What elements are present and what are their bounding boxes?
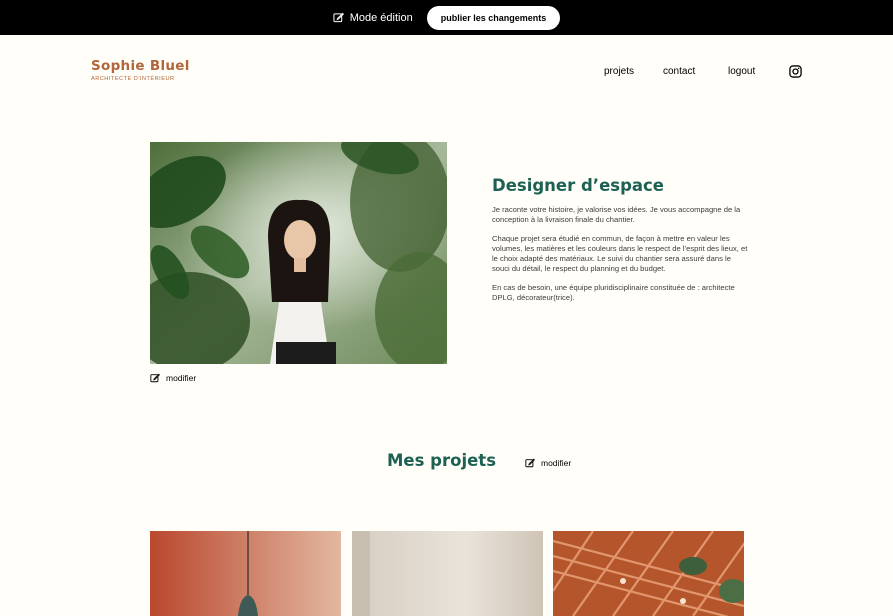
nav-link-projets[interactable]: projets (604, 65, 634, 79)
gallery-item-greenhouse[interactable] (553, 531, 744, 616)
edit-icon (525, 458, 535, 468)
edit-icon (150, 373, 160, 383)
intro-title: Designer d’espace (492, 176, 665, 195)
modifier-label: modifier (541, 458, 572, 468)
intro-paragraph-2: Chaque projet sera étudié en commun, de … (492, 234, 748, 273)
projects-title: Mes projets (387, 451, 497, 470)
nav-link-logout[interactable]: logout (728, 65, 755, 79)
intro-paragraph-1: Je raconte votre histoire, je valorise v… (492, 205, 741, 224)
intro-paragraph-3: En cas de besoin, une équipe pluridiscip… (492, 283, 735, 302)
edit-icon (333, 12, 344, 23)
edit-mode-label: Mode édition (349, 11, 413, 24)
edit-mode-indicator: Mode édition (333, 12, 413, 24)
publish-changes-button[interactable]: publier les changements (426, 5, 561, 30)
nav-link-contact[interactable]: contact (663, 65, 695, 79)
introduction-text: Designer d’espace Je raconte votre histo… (492, 176, 748, 312)
site-header: Sophie Bluel ARCHITECTE D'INTÉRIEUR proj… (0, 35, 893, 107)
modifier-label: modifier (166, 373, 197, 383)
gallery-item-lamp[interactable] (150, 531, 341, 616)
gallery-item-interior[interactable] (352, 531, 543, 616)
intro-modifier-button[interactable]: modifier (150, 373, 196, 383)
edit-mode-bar: Mode édition publier les changements (0, 0, 893, 35)
projects-modifier-button[interactable]: modifier (525, 458, 571, 468)
architect-portrait-photo (150, 142, 447, 364)
main-nav: projets contact logout (0, 65, 893, 79)
instagram-icon[interactable] (789, 65, 802, 78)
